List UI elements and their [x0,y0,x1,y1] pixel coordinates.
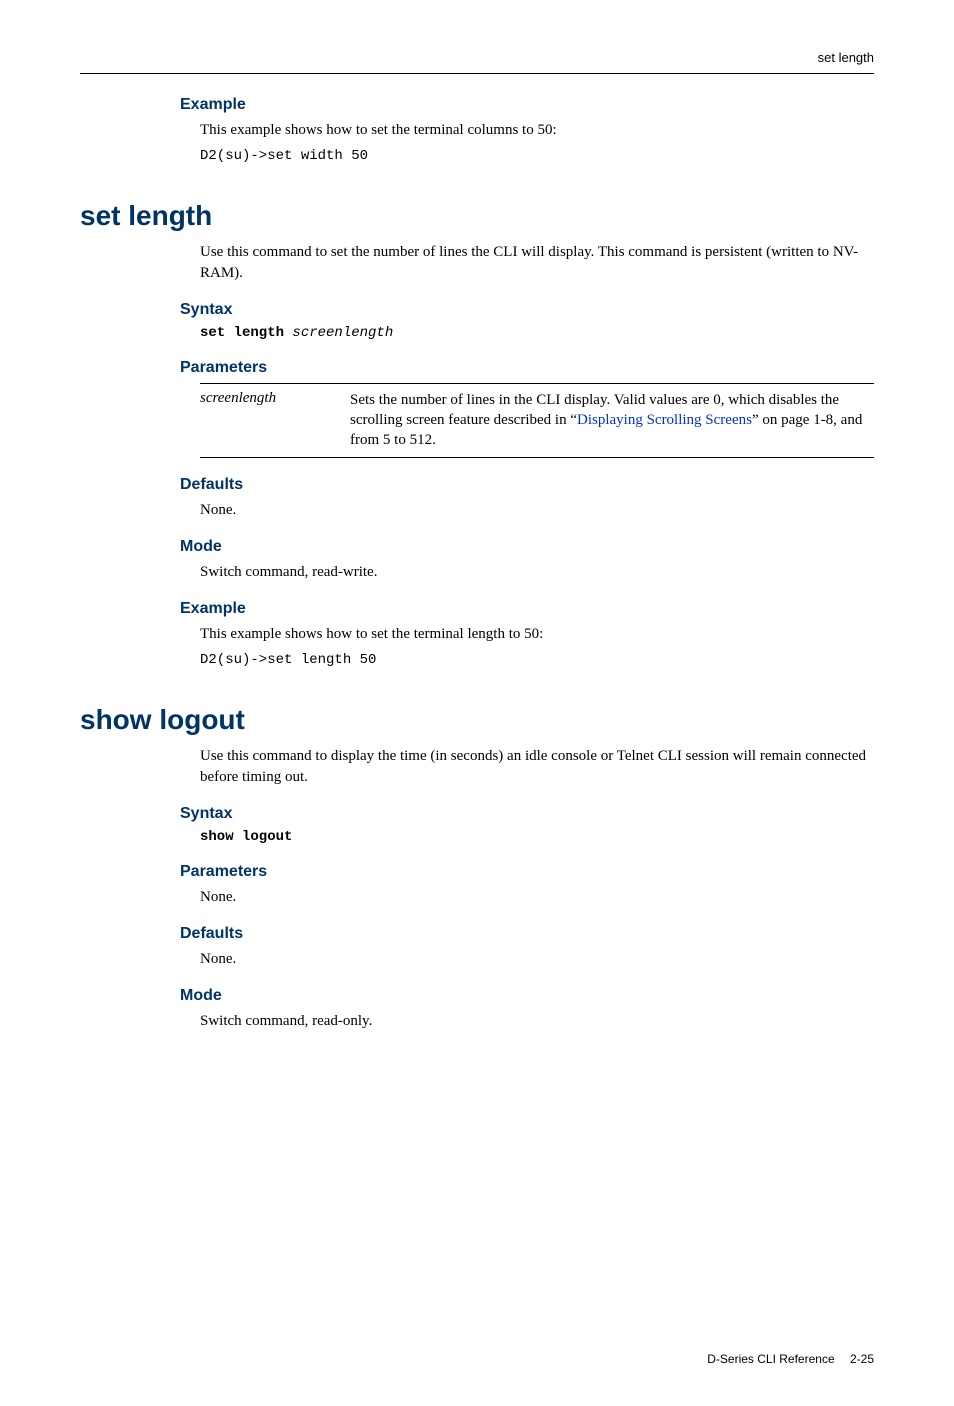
example-heading: Example [180,96,874,114]
footer-doc-title: D-Series CLI Reference [707,1352,834,1366]
example-text: This example shows how to set the termin… [200,120,874,140]
parameters-heading: Parameters [180,863,874,881]
example-code: D2(su)->set width 50 [200,148,874,164]
syntax-command: set length [200,325,284,341]
mode-heading: Mode [180,538,874,556]
example-heading: Example [180,600,874,618]
example-code: D2(su)->set length 50 [200,652,874,668]
page-footer: D-Series CLI Reference 2-25 [80,1352,874,1366]
syntax-heading: Syntax [180,301,874,319]
syntax-line: show logout [200,829,874,845]
defaults-text: None. [200,949,874,969]
parameter-row: screenlength Sets the number of lines in… [200,390,874,451]
parameters-table: screenlength Sets the number of lines in… [200,383,874,458]
command-title-show-logout: show logout [80,704,874,736]
page-header: set length [80,50,874,74]
defaults-text: None. [200,500,874,520]
syntax-heading: Syntax [180,805,874,823]
header-title: set length [818,50,874,65]
command-title-set-length: set length [80,200,874,232]
parameters-text: None. [200,887,874,907]
parameter-description: Sets the number of lines in the CLI disp… [350,390,874,451]
syntax-command: show logout [200,829,292,845]
parameter-name: screenlength [200,390,350,451]
page: set length Example This example shows ho… [0,0,954,1406]
example-text: This example shows how to set the termin… [200,624,874,644]
command-intro: Use this command to display the time (in… [200,746,874,787]
syntax-argument: screenlength [292,325,393,341]
syntax-line: set length screenlength [200,325,874,341]
param-link[interactable]: Displaying Scrolling Screens [577,412,752,428]
mode-text: Switch command, read-only. [200,1011,874,1031]
defaults-heading: Defaults [180,925,874,943]
footer-page-number: 2-25 [850,1352,874,1366]
defaults-heading: Defaults [180,476,874,494]
parameters-heading: Parameters [180,359,874,377]
command-intro: Use this command to set the number of li… [200,242,874,283]
mode-text: Switch command, read-write. [200,562,874,582]
mode-heading: Mode [180,987,874,1005]
